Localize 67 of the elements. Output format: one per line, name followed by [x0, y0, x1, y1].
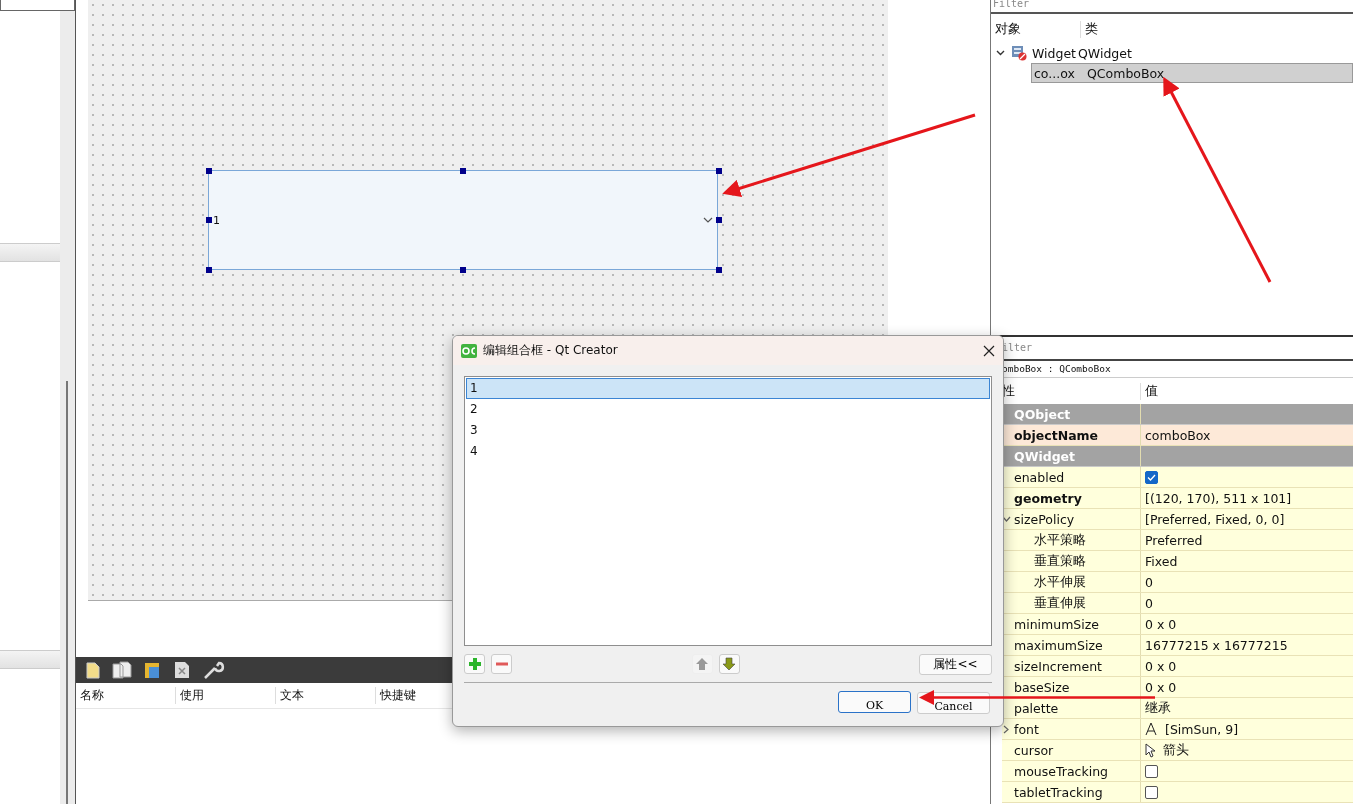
- property-name: tabletTracking: [1002, 782, 1141, 802]
- resize-handle[interactable]: [716, 217, 722, 223]
- property-value: [Preferred, Fixed, 0, 0]: [1145, 511, 1285, 527]
- list-item[interactable]: 2: [466, 399, 990, 420]
- property-value: 0: [1145, 574, 1153, 590]
- move-down-button[interactable]: [718, 654, 740, 674]
- resize-handle[interactable]: [206, 267, 212, 273]
- column-header: 名称: [76, 687, 176, 704]
- up-arrow-icon: [695, 657, 709, 671]
- checkbox[interactable]: [1145, 785, 1158, 799]
- property-group: QObject: [1002, 404, 1353, 425]
- resize-handle[interactable]: [206, 168, 212, 174]
- property-value: Preferred: [1145, 532, 1203, 548]
- list-item[interactable]: 4: [466, 441, 990, 462]
- filter-field[interactable]: Filter: [991, 0, 1353, 14]
- paste-icon[interactable]: [144, 661, 162, 679]
- resize-handle[interactable]: [716, 168, 722, 174]
- column-header: 对象: [991, 20, 1081, 38]
- resize-handle[interactable]: [460, 168, 466, 174]
- property-value: 0 x 0: [1145, 679, 1177, 695]
- close-icon[interactable]: [983, 344, 995, 357]
- panel-header-bar: [0, 243, 60, 262]
- properties-button[interactable]: 属性<<: [919, 653, 992, 675]
- property-value: comboBox: [1145, 427, 1211, 443]
- move-up-button[interactable]: [691, 654, 713, 674]
- chevron-down-icon: [703, 217, 713, 223]
- tree-item[interactable]: co...ox QComboBox: [1031, 63, 1353, 83]
- widget-icon: [1011, 45, 1027, 61]
- resize-handle[interactable]: [716, 267, 722, 273]
- remove-button[interactable]: [491, 654, 512, 674]
- copy-icon[interactable]: [112, 661, 132, 679]
- list-item[interactable]: 3: [466, 420, 990, 441]
- column-header: 类: [1084, 20, 1098, 38]
- property-value: [(120, 170), 511 x 101]: [1145, 490, 1292, 506]
- resize-handle[interactable]: [460, 267, 466, 273]
- scrollbar[interactable]: [60, 11, 75, 804]
- down-arrow-icon: [722, 657, 736, 671]
- add-button[interactable]: [464, 654, 485, 674]
- delete-icon[interactable]: [174, 661, 190, 679]
- tree-item[interactable]: WidgetQWidget: [991, 43, 1353, 63]
- app-logo-icon: [461, 343, 477, 358]
- dialog-title: 编辑组合框 - Qt Creator: [483, 342, 619, 359]
- arrow-cursor-icon: [1145, 742, 1155, 758]
- column-header: 值: [1144, 382, 1158, 400]
- property-value: 箭头: [1163, 741, 1189, 759]
- column-header: 文本: [276, 687, 376, 704]
- ok-button[interactable]: OK: [838, 691, 911, 713]
- list-item[interactable]: 1: [466, 378, 990, 399]
- font-icon: [1145, 722, 1157, 736]
- property-group: QWidget: [1002, 446, 1353, 467]
- checkbox[interactable]: [1145, 470, 1158, 484]
- wrench-icon[interactable]: [202, 660, 226, 680]
- plus-icon: [467, 657, 482, 671]
- property-value: 继承: [1145, 699, 1171, 717]
- panel-header-bar: [0, 650, 60, 669]
- property-value: 16777215 x 16777215: [1145, 637, 1288, 653]
- property-name: mouseTracking: [1002, 761, 1141, 781]
- property-value: 0 x 0: [1145, 616, 1177, 632]
- resize-handle[interactable]: [206, 217, 212, 223]
- property-value: 0: [1145, 595, 1153, 611]
- property-value: 0 x 0: [1145, 658, 1177, 674]
- property-name: cursor: [1002, 740, 1141, 760]
- property-value: Fixed: [1145, 553, 1178, 569]
- new-file-icon[interactable]: [86, 661, 100, 679]
- checkbox[interactable]: [1145, 764, 1158, 778]
- property-value: [SimSun, 9]: [1165, 721, 1239, 737]
- column-header: 使用: [176, 687, 276, 704]
